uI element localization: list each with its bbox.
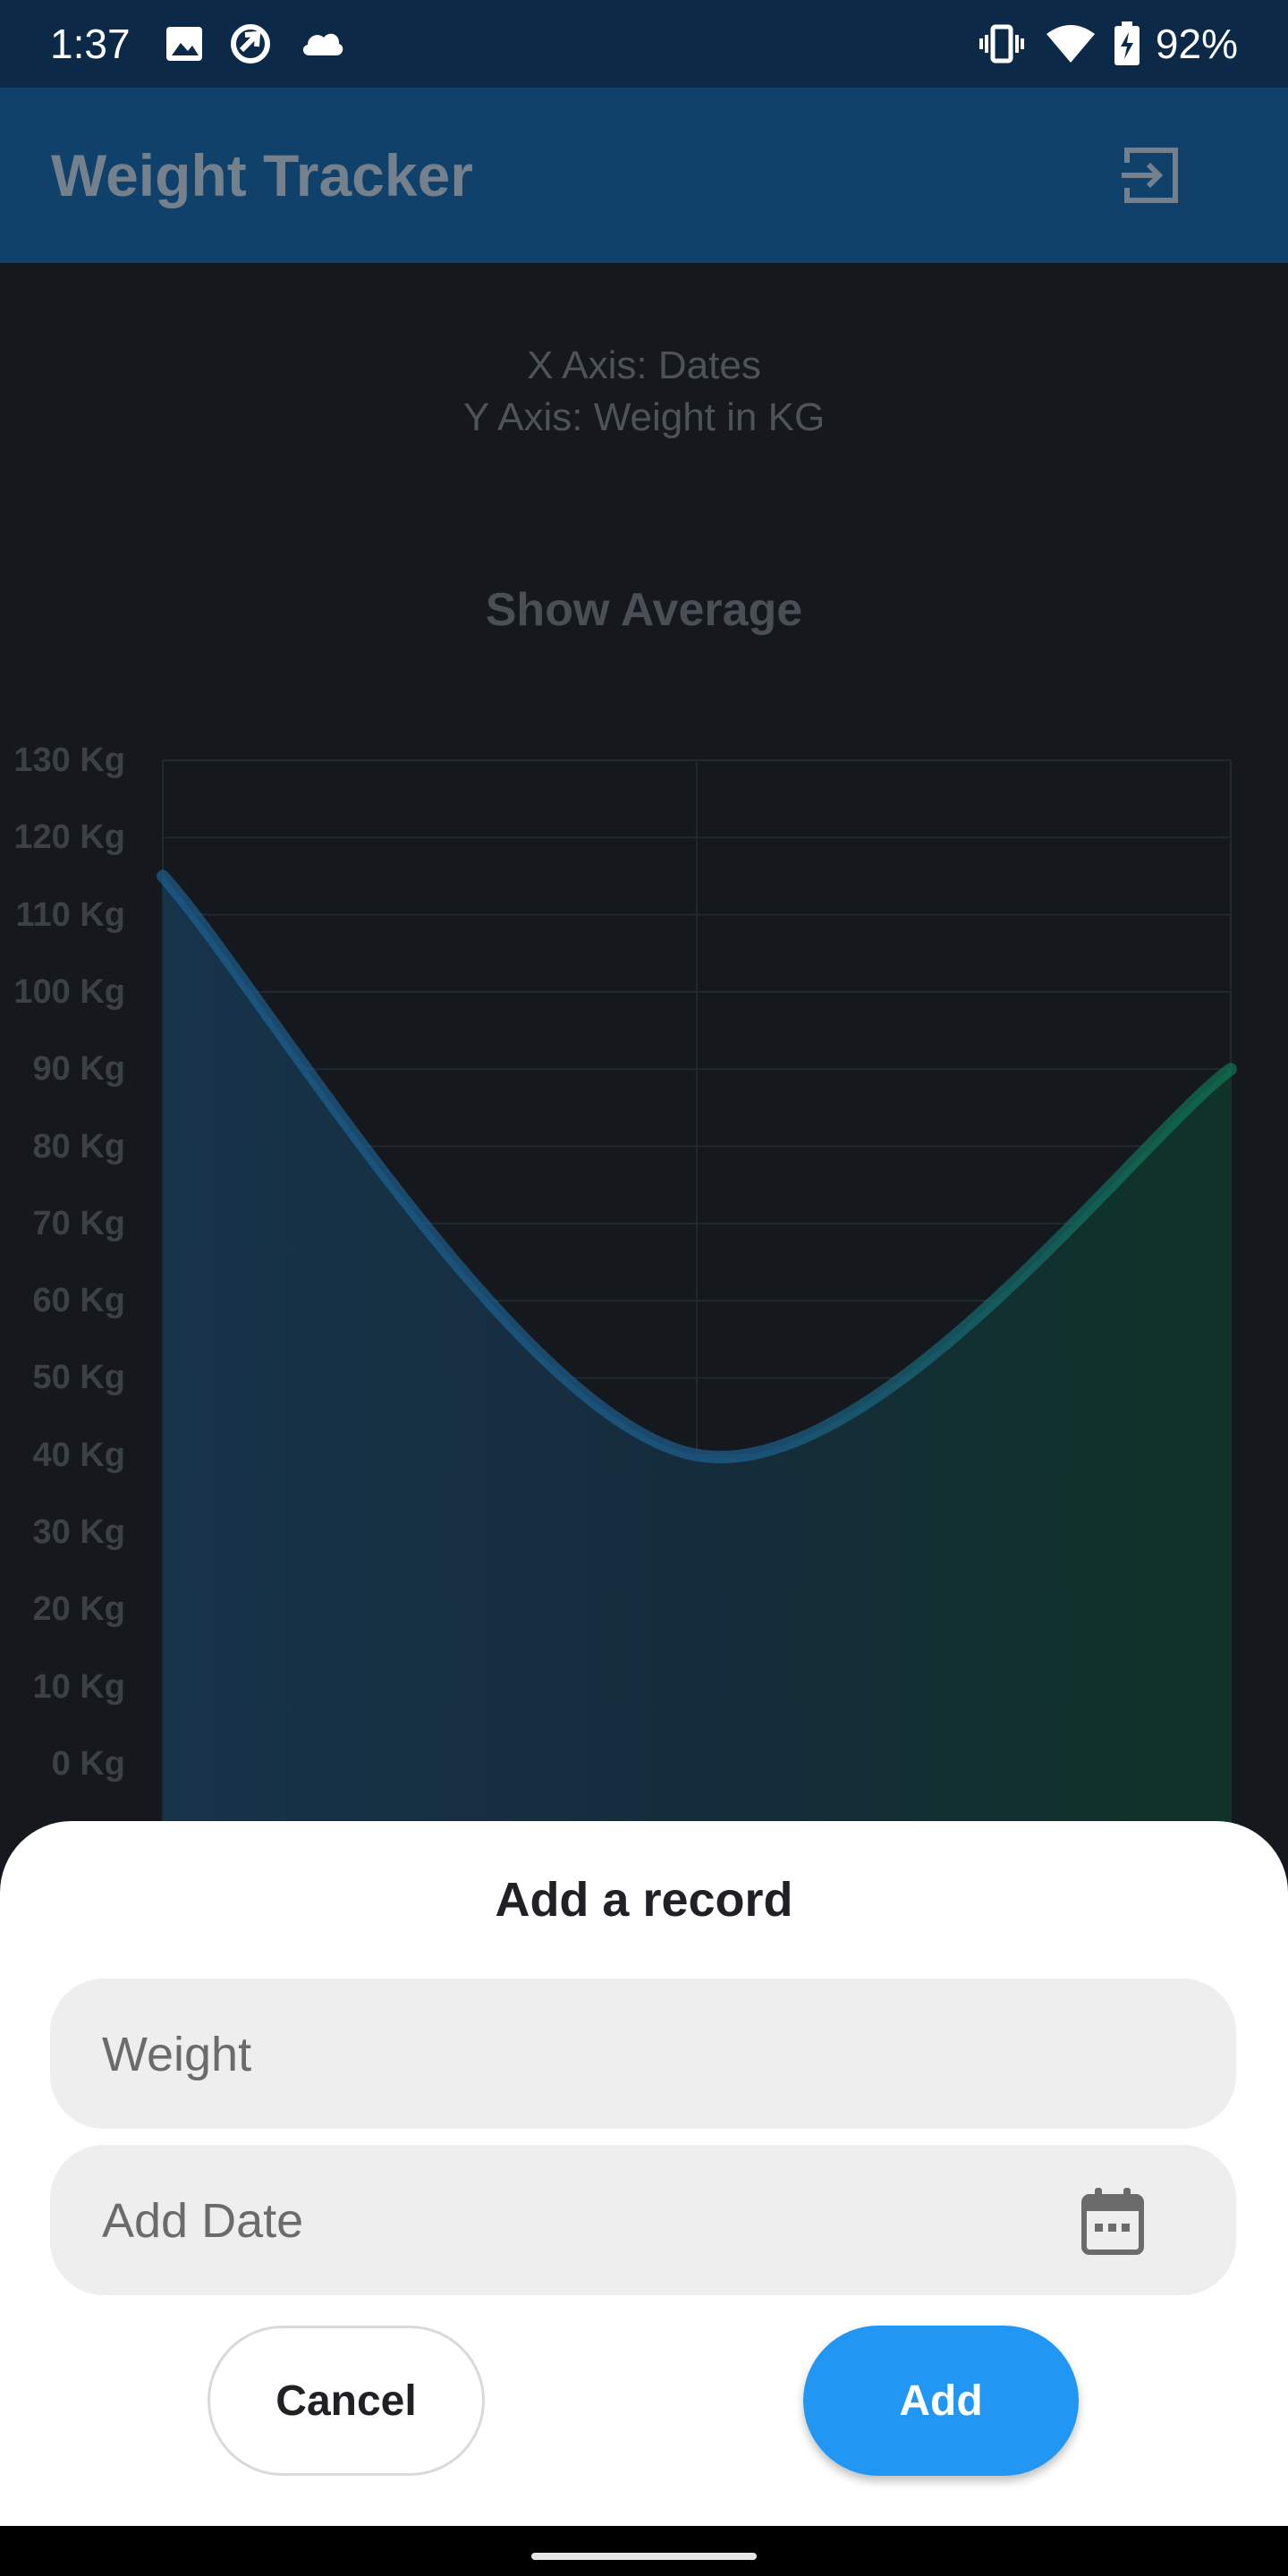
add-record-sheet: Add a record Cancel Add bbox=[0, 1821, 1288, 2526]
sheet-title: Add a record bbox=[495, 1873, 793, 1927]
cancel-button[interactable]: Cancel bbox=[208, 2326, 485, 2476]
y-tick-label: 90 Kg bbox=[32, 1050, 125, 1089]
sync-icon bbox=[231, 24, 270, 64]
weight-chart-svg bbox=[157, 759, 1237, 1825]
battery-charging-icon bbox=[1114, 21, 1140, 65]
y-tick-label: 60 Kg bbox=[32, 1282, 125, 1320]
app-title: Weight Tracker bbox=[51, 142, 473, 208]
calendar-icon[interactable] bbox=[1080, 2188, 1145, 2256]
y-tick-label: 100 Kg bbox=[13, 972, 125, 1011]
x-axis-info: X Axis: Dates bbox=[527, 343, 761, 387]
status-bar: 1:37 92% bbox=[0, 0, 1288, 88]
y-tick-label: 10 Kg bbox=[32, 1667, 125, 1706]
show-average-button[interactable]: Show Average bbox=[0, 578, 1288, 642]
y-tick-label: 120 Kg bbox=[13, 818, 125, 857]
navigation-bar bbox=[0, 2526, 1288, 2576]
date-field[interactable] bbox=[50, 2145, 1236, 2297]
y-axis-info: Y Axis: Weight in KG bbox=[462, 395, 826, 439]
home-handle[interactable] bbox=[531, 2553, 757, 2560]
image-icon bbox=[166, 27, 202, 61]
axis-info: X Axis: Dates Y Axis: Weight in KG bbox=[0, 340, 1288, 444]
y-tick-label: 130 Kg bbox=[13, 741, 125, 779]
battery-percent: 92% bbox=[1155, 21, 1238, 67]
y-tick-label: 30 Kg bbox=[32, 1513, 125, 1552]
y-tick-label: 70 Kg bbox=[32, 1204, 125, 1242]
y-tick-label: 80 Kg bbox=[32, 1127, 125, 1165]
wifi-icon bbox=[1046, 25, 1095, 63]
y-tick-label: 40 Kg bbox=[32, 1436, 125, 1474]
y-tick-label: 20 Kg bbox=[32, 1590, 125, 1629]
weight-chart: 130 Kg 120 Kg 110 Kg 100 Kg 90 Kg 80 Kg 70 Kg 6… bbox=[0, 716, 1288, 1825]
status-time: 1:37 bbox=[50, 21, 131, 67]
y-tick-label: 110 Kg bbox=[15, 895, 125, 934]
cloud-icon bbox=[302, 33, 343, 55]
y-tick-label: 50 Kg bbox=[32, 1359, 125, 1397]
y-tick-label: 0 Kg bbox=[51, 1745, 125, 1783]
weight-field[interactable] bbox=[50, 1979, 1236, 2131]
vibrate-icon bbox=[979, 24, 1024, 64]
date-input[interactable] bbox=[100, 2145, 998, 2297]
app-bar: Weight Tracker bbox=[0, 88, 1288, 263]
weight-input[interactable] bbox=[100, 1979, 998, 2131]
logout-icon[interactable] bbox=[1118, 143, 1182, 208]
add-button[interactable]: Add bbox=[803, 2326, 1079, 2476]
